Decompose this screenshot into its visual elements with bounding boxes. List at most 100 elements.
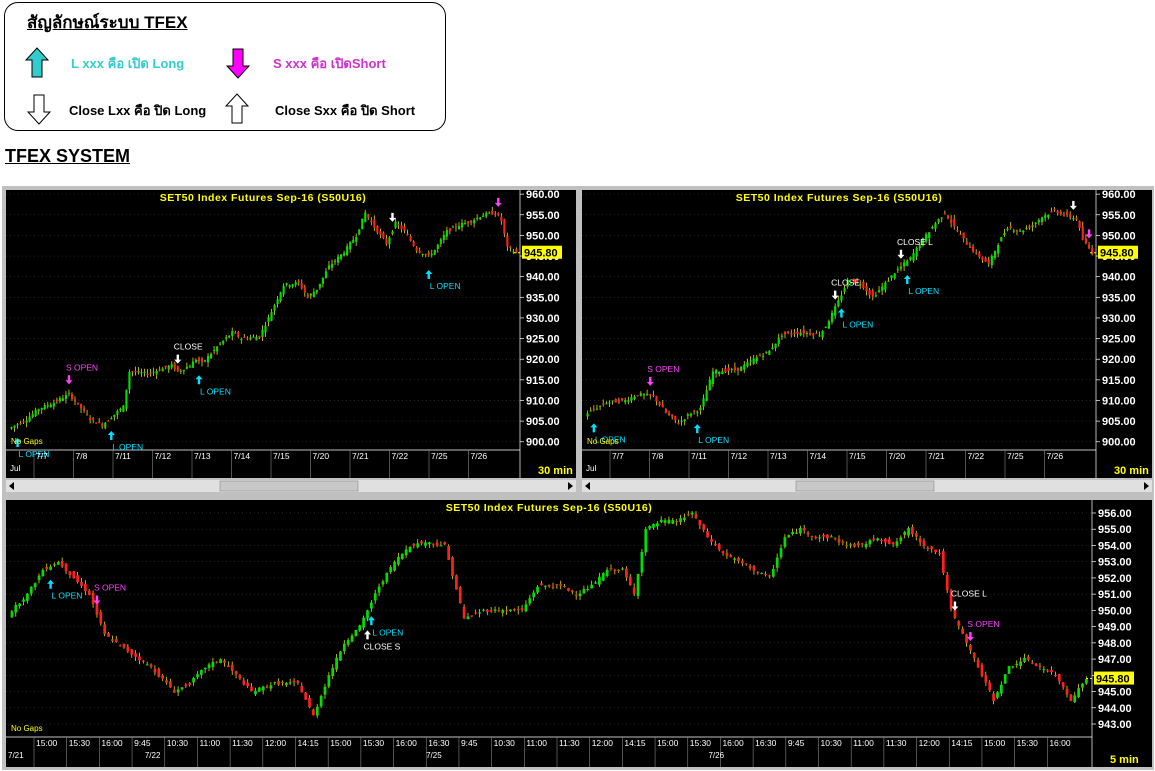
candle-body — [72, 571, 76, 579]
y-tick-label: 950.00 — [1102, 230, 1136, 242]
charts-frame: 960.00 955.00 950.00 945.00 940.00 935.00 930.… — [2, 186, 1154, 770]
candle-body — [625, 568, 628, 578]
candle-body — [774, 343, 777, 349]
candle-body — [10, 611, 14, 618]
candle-body — [752, 566, 756, 571]
candle-body — [957, 620, 961, 626]
y-tick-label: 948.00 — [1098, 638, 1132, 650]
candle-body — [818, 335, 821, 337]
candle-body — [149, 372, 152, 374]
candle-body — [276, 299, 279, 305]
candle-body — [107, 633, 110, 637]
candle-body — [215, 661, 219, 663]
candle-body — [891, 542, 895, 545]
candle-body — [89, 418, 92, 421]
candle-body — [382, 232, 385, 239]
y-tick-label: 950.00 — [526, 230, 560, 242]
candle-body — [243, 336, 246, 338]
candle-body — [119, 408, 122, 411]
candle-body — [771, 569, 775, 577]
candle-body — [110, 418, 113, 420]
candle-body — [19, 423, 22, 425]
candle-body — [515, 248, 518, 253]
candle-body — [787, 534, 791, 538]
candle-body — [114, 639, 118, 643]
y-tick-label: 949.00 — [1098, 622, 1132, 634]
candle-body — [1084, 679, 1088, 684]
candle-body — [336, 256, 340, 263]
no-gaps-label: No Gaps — [587, 437, 619, 446]
candle-body — [309, 293, 312, 296]
candle-body — [663, 520, 667, 523]
candle-body — [598, 576, 601, 585]
candle-body — [361, 218, 364, 230]
candle-body — [312, 709, 315, 716]
candle-body — [749, 360, 752, 362]
candle-body — [478, 612, 481, 614]
y-tick-label: 956.00 — [1098, 508, 1132, 520]
candle-body — [206, 356, 210, 363]
candle-body — [1069, 214, 1072, 218]
candle-body — [959, 233, 962, 235]
candle-body — [976, 659, 980, 668]
x-tick-label: 9:45 — [788, 738, 805, 748]
candle-body — [279, 292, 282, 302]
candle-body — [953, 219, 956, 227]
candle-body — [315, 289, 318, 293]
candle-body — [664, 409, 668, 413]
candle-body — [80, 582, 83, 586]
candle-body — [284, 682, 288, 686]
x-tick-label: 7/14 — [810, 451, 827, 461]
candle-body — [611, 400, 614, 402]
candle-body — [257, 687, 261, 692]
candle-body — [393, 561, 396, 571]
candle-body — [590, 584, 594, 589]
candle-body — [234, 671, 238, 675]
candle-body — [768, 350, 771, 355]
candle-body — [909, 257, 912, 260]
x-tick-label: 11:30 — [559, 738, 580, 748]
candle-body — [273, 305, 276, 311]
candle-body — [52, 402, 55, 407]
candle-body — [1009, 226, 1012, 229]
candle-body — [1030, 662, 1034, 664]
candle-body — [760, 572, 764, 574]
candle-body — [644, 529, 648, 553]
candle-body — [740, 366, 743, 372]
candle-body — [805, 332, 809, 334]
candle-body — [470, 220, 473, 223]
candle-body — [815, 333, 818, 335]
candle-body — [1050, 211, 1053, 213]
date-label: 7/21 — [8, 751, 24, 760]
candle-body — [349, 242, 352, 250]
candle-body — [721, 551, 725, 554]
scrollbar-thumb[interactable] — [795, 480, 935, 492]
candle-body — [551, 586, 555, 588]
candle-body — [258, 336, 261, 338]
marker-label: L OPEN — [52, 591, 83, 601]
scrollbar-thumb[interactable] — [219, 480, 359, 492]
candle-body — [1062, 214, 1066, 216]
candle-body — [25, 420, 28, 423]
candle-body — [667, 413, 671, 415]
y-tick-label: 935.00 — [526, 292, 560, 304]
candle-body — [671, 414, 674, 417]
candle-body — [145, 664, 149, 666]
candle-body — [49, 404, 52, 408]
candle-body — [1059, 211, 1062, 215]
date-label: 7/25 — [426, 751, 442, 760]
x-tick-label: 7/8 — [652, 451, 664, 461]
candle-body — [824, 326, 827, 328]
x-tick-label: 16:00 — [101, 738, 123, 748]
candle-body — [999, 684, 1003, 694]
candle-body — [903, 532, 907, 535]
candle-body — [696, 411, 699, 413]
candle-body — [420, 541, 423, 544]
candle-body — [646, 394, 649, 396]
y-tick-label: 925.00 — [526, 334, 560, 346]
candle-body — [1011, 666, 1015, 668]
last-price-label: 945.80 — [524, 248, 558, 260]
candle-body — [744, 563, 748, 565]
candle-body — [1053, 209, 1056, 211]
x-tick-label: 15:30 — [69, 738, 91, 748]
